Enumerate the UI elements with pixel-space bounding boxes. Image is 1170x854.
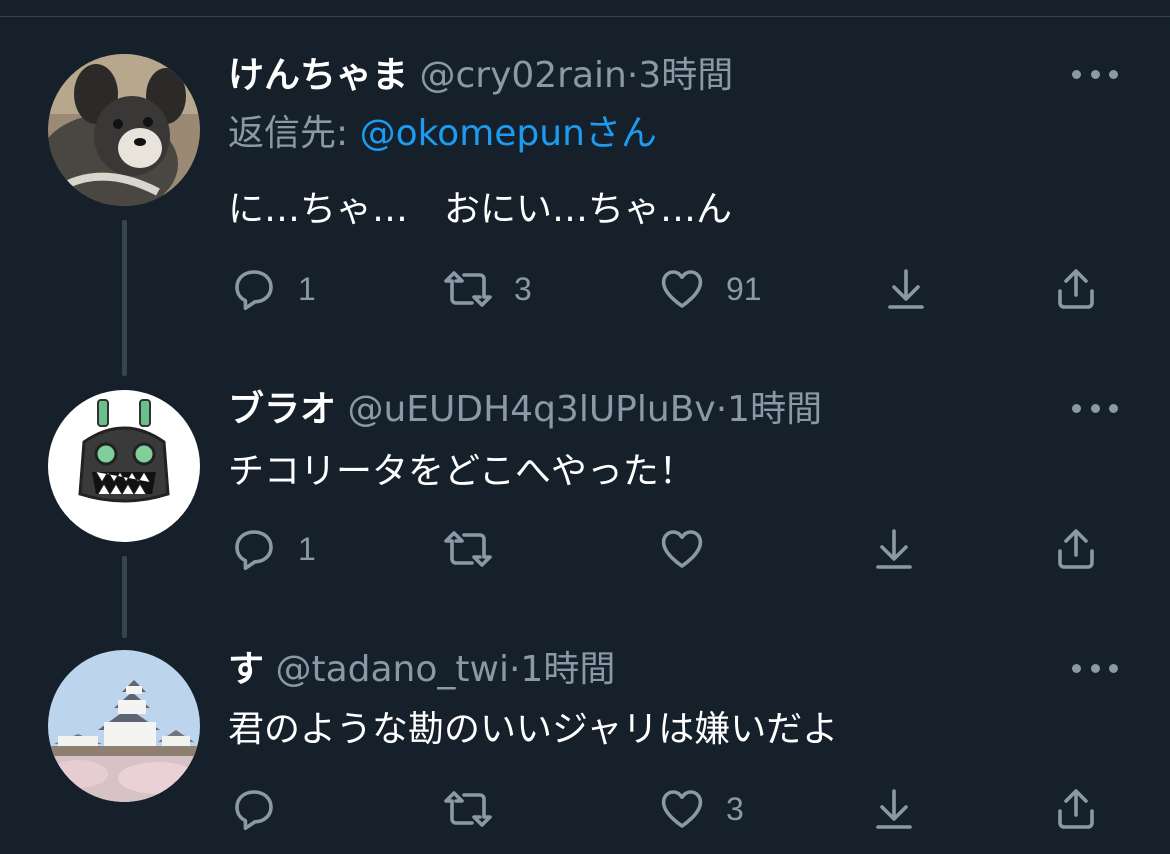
share-button[interactable] [1052,784,1100,834]
more-dot [1109,403,1118,413]
separator-dot: · [715,389,728,430]
like-button[interactable]: 91 [658,264,762,314]
retweet-icon [444,791,492,827]
retweet-icon [444,531,492,567]
reply-icon [235,530,273,570]
top-divider [0,16,1170,17]
reply-icon [235,790,273,830]
reply-count: 1 [298,530,316,567]
tweet-actions: 3 [0,784,1170,834]
reply-to-label: 返信先: [228,113,360,154]
retweet-button[interactable] [442,784,514,834]
more-dots-icon [1072,663,1081,673]
tweet-header: けんちゃま @cry02rain·3時間 [228,52,733,100]
heart-icon [661,790,703,828]
timestamp[interactable]: 3時間 [638,55,733,96]
display-name[interactable]: けんちゃま [228,55,408,96]
retweet-button[interactable] [442,524,514,574]
save-button[interactable] [870,524,918,574]
more-dot [1090,69,1100,79]
more-dots-icon [1072,403,1081,413]
like-count: 3 [726,790,744,827]
robot-monster-avatar-icon [48,390,200,542]
heart-icon [661,270,703,308]
dog-photo-avatar-icon [48,54,200,206]
reply-to-mention-link[interactable]: @okomepunさん [360,113,657,154]
retweet-count: 3 [514,270,532,307]
more-dots-icon [1072,69,1081,79]
reply-button[interactable]: 1 [230,524,316,574]
like-count: 91 [726,270,762,307]
display-name[interactable]: す [228,649,264,690]
tweet-text: 君のような勘のいいジャリは嫌いだよ [228,709,839,750]
more-options-button[interactable] [1072,396,1118,420]
share-button[interactable] [1052,264,1100,314]
reply-count: 1 [298,270,316,307]
share-icon [1058,529,1094,569]
separator-dot: · [508,649,521,690]
retweet-button[interactable]: 3 [442,264,532,314]
heart-icon [661,530,703,568]
tweet-header: す @tadano_twi·1時間 [228,646,615,694]
avatar[interactable] [48,650,200,802]
save-button[interactable] [882,264,930,314]
share-icon [1058,789,1094,829]
reply-button[interactable]: 1 [230,264,316,314]
user-handle[interactable]: @tadano_twi [275,649,509,690]
tweet-actions: 1 3 91 [0,264,1170,314]
more-dot [1109,69,1118,79]
tweet-text: に…ちゃ… おにい…ちゃ…ん [228,189,733,230]
user-handle[interactable]: @cry02rain [419,55,626,96]
reply-to-line: 返信先: @okomepunさん [228,110,657,158]
tweet-header: ブラオ @uEUDH4q3lUPluBv·1時間 [228,386,822,434]
avatar[interactable] [48,390,200,542]
tweet-actions: 1 [0,524,1170,574]
save-button[interactable] [870,784,918,834]
separator-dot: · [626,55,639,96]
tweet-text: チコリータをどこへやった！ [228,451,695,492]
like-button[interactable] [658,524,726,574]
timestamp[interactable]: 1時間 [727,389,822,430]
castle-photo-avatar-icon [48,650,200,802]
more-dot [1090,403,1100,413]
download-icon [876,789,912,829]
display-name[interactable]: ブラオ [228,389,336,430]
download-icon [876,529,912,569]
user-handle[interactable]: @uEUDH4q3lUPluBv [347,389,715,430]
avatar[interactable] [48,54,200,206]
share-icon [1058,269,1094,309]
share-button[interactable] [1052,524,1100,574]
reply-icon [235,270,273,310]
more-options-button[interactable] [1072,62,1118,86]
timestamp[interactable]: 1時間 [520,649,615,690]
download-icon [888,269,924,309]
more-options-button[interactable] [1072,656,1118,680]
retweet-icon [444,271,492,307]
more-dot [1090,663,1100,673]
more-dot [1109,663,1118,673]
reply-button[interactable] [230,784,298,834]
like-button[interactable]: 3 [658,784,744,834]
